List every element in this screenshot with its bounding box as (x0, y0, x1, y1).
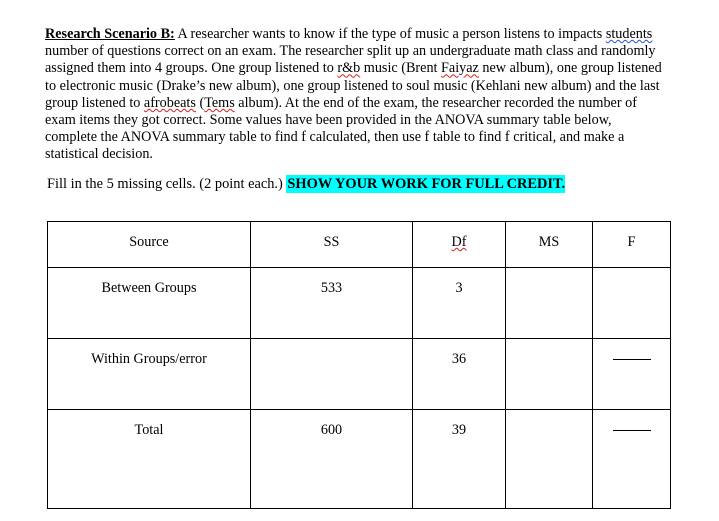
em-dash-mark (612, 430, 651, 432)
table-row: Within Groups/error 36 (47, 338, 671, 410)
spellcheck-flag-tems: Tems (204, 94, 235, 111)
scenario-label: Research Scenario B: (45, 26, 175, 42)
table-header-row: Source SS Df MS F (47, 221, 671, 268)
cell-f-within-groups (592, 338, 671, 410)
scenario-text-5: ( (195, 94, 205, 111)
cell-f-between-groups[interactable] (592, 267, 671, 339)
scenario-text-1: A researcher wants to know if the type o… (174, 26, 606, 42)
header-cell-df: Df (412, 221, 506, 268)
cell-source-between-groups: Between Groups (47, 267, 251, 339)
cell-ss-between-groups[interactable]: 533 (250, 267, 413, 339)
cell-ms-between-groups[interactable] (505, 267, 593, 339)
document-page: Research Scenario B: A researcher wants … (0, 0, 719, 521)
spellcheck-flag-faiyaz: Faiyaz (441, 60, 479, 77)
cell-ms-within-groups[interactable] (505, 338, 593, 410)
header-cell-ms: MS (505, 221, 593, 268)
cell-ms-total[interactable] (505, 409, 593, 509)
em-dash-mark (612, 359, 651, 361)
instruction-plain-text: Fill in the 5 missing cells. (2 point ea… (47, 176, 287, 192)
cell-source-total: Total (47, 409, 251, 509)
header-cell-source: Source (47, 221, 251, 268)
cell-df-total[interactable]: 39 (412, 409, 506, 509)
cell-ss-total[interactable]: 600 (250, 409, 413, 509)
spellcheck-flag-afrobeats: afrobeats (143, 94, 196, 111)
scenario-text-3: music (Brent (360, 60, 442, 77)
grammar-flag-students: students (605, 26, 653, 42)
spellcheck-flag-df: Df (451, 234, 467, 250)
highlighted-credit-notice: SHOW YOUR WORK FOR FULL CREDIT. (286, 175, 566, 193)
table-row: Between Groups 533 3 (47, 267, 671, 339)
instruction-line: Fill in the 5 missing cells. (2 point ea… (47, 175, 566, 194)
header-cell-f: F (592, 221, 671, 268)
anova-summary-table-container: Source SS Df MS F Between Groups 533 3 W… (47, 221, 671, 509)
spellcheck-flag-rb: r&b (337, 60, 361, 77)
cell-df-within-groups[interactable]: 36 (412, 338, 506, 410)
header-cell-ss: SS (250, 221, 413, 268)
cell-df-between-groups[interactable]: 3 (412, 267, 506, 339)
table-row: Total 600 39 (47, 409, 671, 509)
cell-ss-within-groups[interactable] (250, 338, 413, 410)
research-scenario-paragraph: Research Scenario B: A researcher wants … (45, 26, 667, 164)
cell-f-total (592, 409, 671, 509)
cell-source-within-groups: Within Groups/error (47, 338, 251, 410)
anova-summary-table: Source SS Df MS F Between Groups 533 3 W… (47, 221, 671, 509)
